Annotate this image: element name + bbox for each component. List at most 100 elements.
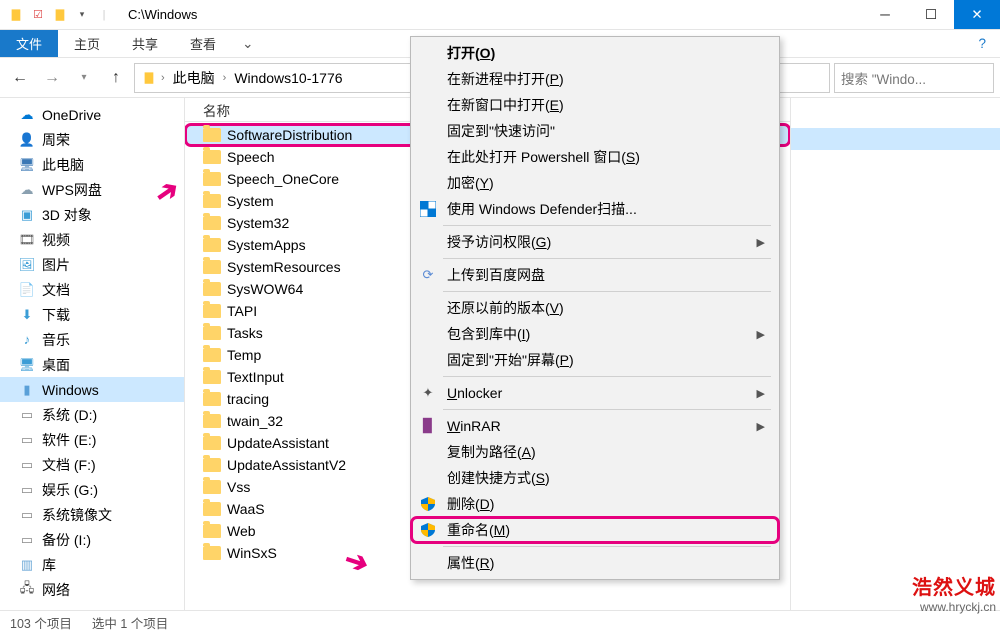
check-icon[interactable]: ☑: [30, 7, 46, 23]
defender-icon: [419, 200, 437, 218]
tree-item[interactable]: ▭文档 (F:): [0, 452, 184, 477]
tree-item-label: 文档: [42, 280, 70, 300]
menu-item[interactable]: 加密(Y): [411, 170, 779, 196]
dropdown-icon[interactable]: ▾: [74, 7, 90, 23]
tree-item[interactable]: 📄文档: [0, 277, 184, 302]
menu-item[interactable]: ▉WinRAR▶: [411, 413, 779, 439]
menu-item[interactable]: 创建快捷方式(S): [411, 465, 779, 491]
tree-item[interactable]: 🖥此电脑: [0, 152, 184, 177]
up-button[interactable]: ↑: [102, 64, 130, 92]
menu-item-label: 在新进程中打开(P): [447, 69, 564, 89]
tree-item-icon: 🖥: [18, 156, 36, 174]
tree-item[interactable]: ▭软件 (E:): [0, 427, 184, 452]
tree-item-label: 音乐: [42, 330, 70, 350]
menu-item[interactable]: 重命名(M): [411, 517, 779, 543]
file-name: WaaS: [227, 501, 265, 517]
winrar-icon: ▉: [419, 417, 437, 435]
tab-home[interactable]: 主页: [58, 30, 116, 57]
menu-item[interactable]: 在新窗口中打开(E): [411, 92, 779, 118]
menu-item-label: 在新窗口中打开(E): [447, 95, 564, 115]
tree-item-label: OneDrive: [42, 107, 101, 123]
menu-item[interactable]: 在此处打开 Powershell 窗口(S): [411, 144, 779, 170]
tab-file[interactable]: 文件: [0, 30, 58, 57]
tree-item[interactable]: 🖧网络: [0, 577, 184, 602]
menu-item[interactable]: 打开(O): [411, 40, 779, 66]
tree-item[interactable]: ▭系统镜像文: [0, 502, 184, 527]
status-item-count: 103 个项目: [10, 613, 72, 632]
context-menu[interactable]: 打开(O) 在新进程中打开(P) 在新窗口中打开(E) 固定到"快速访问" 在此处打开 …: [410, 36, 780, 580]
tree-item[interactable]: 👤周荣: [0, 127, 184, 152]
tree-item-icon: ☁: [18, 106, 36, 124]
menu-item-label: Unlocker: [447, 385, 502, 401]
tree-item-icon: ▭: [18, 506, 36, 524]
menu-item[interactable]: 属性(R): [411, 550, 779, 576]
menu-item[interactable]: 删除(D): [411, 491, 779, 517]
tree-item-icon: ▭: [18, 431, 36, 449]
crumb-drive[interactable]: Windows10-1776: [230, 70, 346, 86]
menu-item[interactable]: 还原以前的版本(V): [411, 295, 779, 321]
tree-item[interactable]: 🎞视频: [0, 227, 184, 252]
menu-item-label: 删除(D): [447, 494, 494, 514]
back-button[interactable]: ←: [6, 64, 34, 92]
tab-share[interactable]: 共享: [116, 30, 174, 57]
chevron-right-icon[interactable]: ›: [219, 72, 231, 84]
close-button[interactable]: ✕: [954, 0, 1000, 29]
tree-item[interactable]: ⬇下载: [0, 302, 184, 327]
tree-item-label: 桌面: [42, 355, 70, 375]
menu-item-label: 复制为路径(A): [447, 442, 536, 462]
nav-tree[interactable]: ☁ OneDrive 👤周荣🖥此电脑☁WPS网盘▣3D 对象🎞视频🖼图片📄文档⬇下载…: [0, 98, 185, 610]
minimize-button[interactable]: ─: [862, 0, 908, 29]
menu-item[interactable]: ✦Unlocker▶: [411, 380, 779, 406]
submenu-arrow-icon: ▶: [757, 387, 779, 400]
menu-item-label: 使用 Windows Defender扫描...: [447, 199, 637, 219]
menu-item[interactable]: 在新进程中打开(P): [411, 66, 779, 92]
tree-item[interactable]: ▣3D 对象: [0, 202, 184, 227]
submenu-arrow-icon: ▶: [757, 328, 779, 341]
crumb-pc[interactable]: 此电脑: [169, 68, 219, 88]
tree-item-icon: 🖥: [18, 356, 36, 374]
file-name: SystemResources: [227, 259, 341, 275]
folder-icon: [203, 524, 221, 538]
menu-item-label: 固定到"快速访问": [447, 121, 555, 141]
tree-item[interactable]: 🖥 桌面: [0, 352, 184, 377]
forward-button[interactable]: →: [38, 64, 66, 92]
titlebar: ▇ ☑ ▇ ▾ | C:\Windows ─ ☐ ✕: [0, 0, 1000, 30]
menu-item[interactable]: ⟳上传到百度网盘: [411, 262, 779, 288]
tree-item-label: 库: [42, 555, 56, 575]
tree-item[interactable]: ☁WPS网盘: [0, 177, 184, 202]
file-name: Tasks: [227, 325, 263, 341]
file-name: twain_32: [227, 413, 283, 429]
submenu-arrow-icon: ▶: [757, 420, 779, 433]
tree-item[interactable]: ▥库: [0, 552, 184, 577]
menu-item[interactable]: 固定到"快速访问": [411, 118, 779, 144]
menu-item-label: 包含到库中(I): [447, 324, 530, 344]
file-name: SoftwareDistribution: [227, 127, 352, 143]
tree-item[interactable]: ▭备份 (I:): [0, 527, 184, 552]
menu-item[interactable]: 固定到"开始"屏幕(P): [411, 347, 779, 373]
shield-icon: [419, 495, 437, 513]
help-button[interactable]: ?: [964, 30, 1000, 57]
tree-item-icon: 🎞: [18, 231, 36, 249]
preview-selection: [791, 128, 1000, 150]
titlebar-qat: ▇ ☑ ▇ ▾ |: [0, 7, 120, 23]
tree-item[interactable]: ▭系统 (D:): [0, 402, 184, 427]
folder-icon: [203, 370, 221, 384]
chevron-right-icon[interactable]: ›: [157, 72, 169, 84]
menu-item[interactable]: 授予访问权限(G)▶: [411, 229, 779, 255]
tab-view[interactable]: 查看: [174, 30, 232, 57]
recent-dropdown[interactable]: ▾: [70, 64, 98, 92]
search-input[interactable]: 搜索 "Windo...: [834, 63, 994, 93]
ribbon-expand-button[interactable]: ⌄: [232, 30, 263, 57]
menu-item[interactable]: 使用 Windows Defender扫描...: [411, 196, 779, 222]
menu-item-label: 创建快捷方式(S): [447, 468, 550, 488]
folder-icon: ▇: [52, 7, 68, 23]
menu-item[interactable]: 包含到库中(I) ▶: [411, 321, 779, 347]
tree-item[interactable]: ▮Windows: [0, 377, 184, 402]
file-name: Web: [227, 523, 256, 539]
maximize-button[interactable]: ☐: [908, 0, 954, 29]
menu-item[interactable]: 复制为路径(A): [411, 439, 779, 465]
tree-item[interactable]: 🖼图片: [0, 252, 184, 277]
tree-item[interactable]: ♪音乐: [0, 327, 184, 352]
tree-item[interactable]: ▭娱乐 (G:): [0, 477, 184, 502]
tree-item[interactable]: ☁ OneDrive: [0, 102, 184, 127]
